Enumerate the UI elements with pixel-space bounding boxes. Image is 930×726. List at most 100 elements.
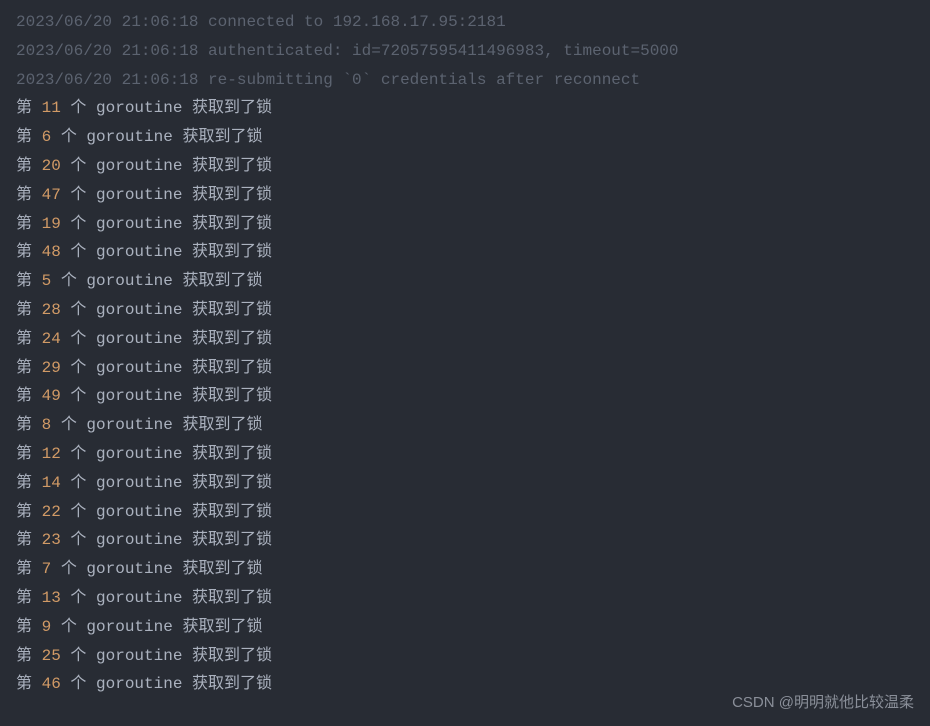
goroutine-prefix: 第 (16, 589, 42, 607)
goroutine-id: 12 (42, 445, 61, 463)
goroutine-line: 第 7 个 goroutine 获取到了锁 (16, 555, 914, 584)
goroutine-prefix: 第 (16, 243, 42, 261)
goroutine-mid: 个 goroutine (51, 560, 182, 578)
goroutine-prefix: 第 (16, 618, 42, 636)
goroutine-mid: 个 goroutine (61, 474, 192, 492)
goroutine-line: 第 47 个 goroutine 获取到了锁 (16, 181, 914, 210)
goroutine-mid: 个 goroutine (51, 128, 182, 146)
goroutine-id: 29 (42, 359, 61, 377)
goroutine-mid: 个 goroutine (61, 215, 192, 233)
goroutine-id: 20 (42, 157, 61, 175)
goroutine-prefix: 第 (16, 215, 42, 233)
watermark: CSDN @明明就他比较温柔 (732, 689, 914, 716)
goroutine-prefix: 第 (16, 186, 42, 204)
log-line: 2023/06/20 21:06:18 authenticated: id=72… (16, 37, 914, 66)
goroutine-prefix: 第 (16, 416, 42, 434)
goroutine-id: 6 (42, 128, 52, 146)
goroutine-mid: 个 goroutine (61, 445, 192, 463)
goroutine-id: 49 (42, 387, 61, 405)
goroutine-line: 第 23 个 goroutine 获取到了锁 (16, 526, 914, 555)
goroutine-line: 第 8 个 goroutine 获取到了锁 (16, 411, 914, 440)
goroutine-mid: 个 goroutine (51, 272, 182, 290)
goroutine-suffix: 获取到了锁 (182, 272, 262, 290)
goroutine-suffix: 获取到了锁 (192, 531, 272, 549)
goroutine-line: 第 6 个 goroutine 获取到了锁 (16, 123, 914, 152)
goroutine-mid: 个 goroutine (61, 359, 192, 377)
goroutine-suffix: 获取到了锁 (192, 675, 272, 693)
goroutine-id: 46 (42, 675, 61, 693)
goroutine-line: 第 49 个 goroutine 获取到了锁 (16, 382, 914, 411)
goroutine-prefix: 第 (16, 531, 42, 549)
goroutine-mid: 个 goroutine (51, 618, 182, 636)
goroutine-prefix: 第 (16, 157, 42, 175)
goroutine-prefix: 第 (16, 474, 42, 492)
goroutine-mid: 个 goroutine (61, 675, 192, 693)
goroutine-line: 第 28 个 goroutine 获取到了锁 (16, 296, 914, 325)
goroutine-id: 23 (42, 531, 61, 549)
goroutine-suffix: 获取到了锁 (192, 301, 272, 319)
goroutine-mid: 个 goroutine (51, 416, 182, 434)
goroutine-suffix: 获取到了锁 (192, 647, 272, 665)
goroutine-suffix: 获取到了锁 (192, 359, 272, 377)
goroutine-prefix: 第 (16, 503, 42, 521)
goroutine-mid: 个 goroutine (61, 99, 192, 117)
goroutine-prefix: 第 (16, 647, 42, 665)
goroutine-suffix: 获取到了锁 (182, 416, 262, 434)
goroutine-line: 第 14 个 goroutine 获取到了锁 (16, 469, 914, 498)
goroutine-id: 7 (42, 560, 52, 578)
goroutine-line: 第 48 个 goroutine 获取到了锁 (16, 238, 914, 267)
goroutine-mid: 个 goroutine (61, 157, 192, 175)
goroutine-line: 第 22 个 goroutine 获取到了锁 (16, 498, 914, 527)
goroutine-suffix: 获取到了锁 (182, 128, 262, 146)
goroutine-line: 第 9 个 goroutine 获取到了锁 (16, 613, 914, 642)
goroutine-mid: 个 goroutine (61, 531, 192, 549)
goroutine-id: 11 (42, 99, 61, 117)
goroutine-line: 第 24 个 goroutine 获取到了锁 (16, 325, 914, 354)
goroutine-suffix: 获取到了锁 (182, 618, 262, 636)
goroutine-suffix: 获取到了锁 (192, 186, 272, 204)
goroutine-line: 第 29 个 goroutine 获取到了锁 (16, 354, 914, 383)
goroutine-suffix: 获取到了锁 (192, 445, 272, 463)
goroutine-suffix: 获取到了锁 (192, 243, 272, 261)
goroutine-prefix: 第 (16, 128, 42, 146)
goroutine-id: 9 (42, 618, 52, 636)
log-line: 2023/06/20 21:06:18 re-submitting `0` cr… (16, 66, 914, 95)
goroutine-line: 第 20 个 goroutine 获取到了锁 (16, 152, 914, 181)
goroutine-mid: 个 goroutine (61, 243, 192, 261)
goroutine-line: 第 12 个 goroutine 获取到了锁 (16, 440, 914, 469)
goroutine-mid: 个 goroutine (61, 387, 192, 405)
goroutine-prefix: 第 (16, 99, 42, 117)
goroutine-id: 13 (42, 589, 61, 607)
goroutine-prefix: 第 (16, 359, 42, 377)
goroutine-line: 第 13 个 goroutine 获取到了锁 (16, 584, 914, 613)
goroutine-mid: 个 goroutine (61, 330, 192, 348)
goroutine-id: 25 (42, 647, 61, 665)
goroutine-id: 48 (42, 243, 61, 261)
goroutine-id: 19 (42, 215, 61, 233)
goroutine-mid: 个 goroutine (61, 647, 192, 665)
goroutine-id: 47 (42, 186, 61, 204)
goroutine-id: 22 (42, 503, 61, 521)
goroutine-suffix: 获取到了锁 (182, 560, 262, 578)
goroutine-prefix: 第 (16, 387, 42, 405)
goroutine-mid: 个 goroutine (61, 503, 192, 521)
goroutine-mid: 个 goroutine (61, 186, 192, 204)
goroutine-suffix: 获取到了锁 (192, 589, 272, 607)
goroutine-line: 第 25 个 goroutine 获取到了锁 (16, 642, 914, 671)
goroutine-mid: 个 goroutine (61, 301, 192, 319)
log-line: 2023/06/20 21:06:18 connected to 192.168… (16, 8, 914, 37)
goroutine-suffix: 获取到了锁 (192, 330, 272, 348)
goroutine-prefix: 第 (16, 675, 42, 693)
goroutine-line: 第 19 个 goroutine 获取到了锁 (16, 210, 914, 239)
goroutine-id: 5 (42, 272, 52, 290)
goroutine-line: 第 5 个 goroutine 获取到了锁 (16, 267, 914, 296)
goroutine-id: 24 (42, 330, 61, 348)
goroutine-prefix: 第 (16, 560, 42, 578)
goroutine-suffix: 获取到了锁 (192, 215, 272, 233)
goroutine-line: 第 11 个 goroutine 获取到了锁 (16, 94, 914, 123)
goroutine-suffix: 获取到了锁 (192, 157, 272, 175)
goroutine-suffix: 获取到了锁 (192, 503, 272, 521)
goroutine-suffix: 获取到了锁 (192, 387, 272, 405)
goroutine-prefix: 第 (16, 272, 42, 290)
goroutine-suffix: 获取到了锁 (192, 474, 272, 492)
